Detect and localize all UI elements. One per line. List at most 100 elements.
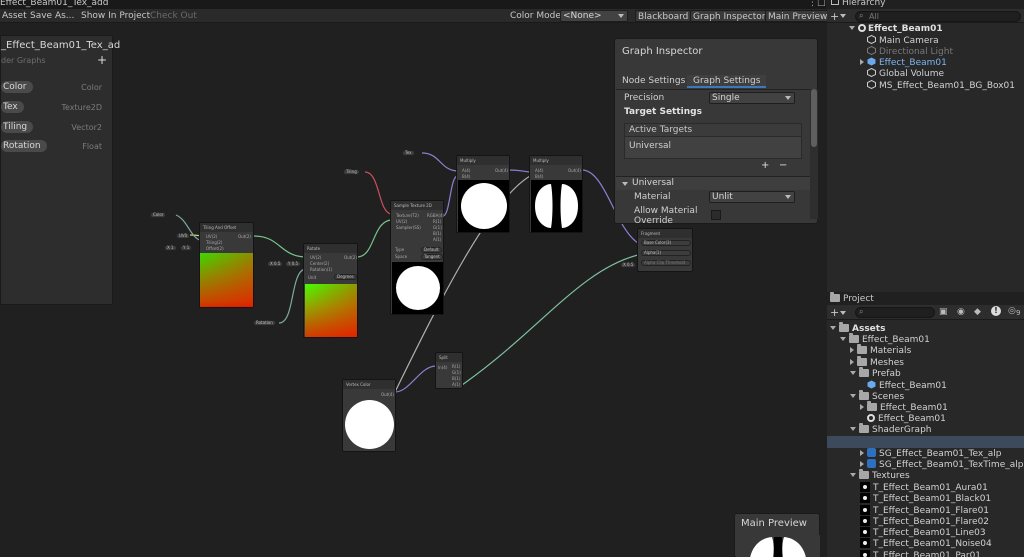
chevron-down-icon[interactable] <box>850 370 856 375</box>
tiling-property-chip[interactable]: Tiling <box>343 169 360 175</box>
y-chip[interactable]: Y 1 <box>180 245 193 251</box>
tex-property-chip[interactable]: Tex <box>402 150 415 156</box>
target-item[interactable]: Universal <box>625 137 801 155</box>
space-dropdown[interactable]: Tangent <box>421 254 443 260</box>
port-label[interactable]: G(1) <box>452 370 461 375</box>
chevron-right-icon[interactable] <box>860 461 864 468</box>
vertex-color-node[interactable]: Vertex Color Out(4) <box>342 379 396 452</box>
property-pill[interactable]: Tex <box>1 101 24 113</box>
add-property-button[interactable]: + <box>97 53 107 67</box>
port-label[interactable]: Out(4) <box>381 392 394 397</box>
port-label[interactable]: RGBA(4) <box>427 213 444 218</box>
chevron-down-icon[interactable] <box>850 472 856 477</box>
type-dropdown[interactable]: Default <box>421 247 442 253</box>
y-chip[interactable]: Y 0.5 <box>285 261 302 267</box>
project-item[interactable]: Scenes <box>850 389 904 402</box>
multiply-node[interactable]: Multiply A(4) B(4) Out(4) <box>529 155 583 233</box>
precision-dropdown[interactable]: Single <box>709 92 795 104</box>
scene-row[interactable]: Effect_Beam01 <box>849 24 943 34</box>
port-label[interactable]: UV(2) <box>206 234 217 239</box>
material-dropdown[interactable]: Unlit <box>709 191 795 203</box>
port-label[interactable]: UV(2) <box>310 255 321 260</box>
chevron-down-icon[interactable] <box>850 427 856 432</box>
project-item[interactable]: SG_Effect_Beam01_Tex_alp <box>860 448 1001 459</box>
color-property-chip[interactable]: Color <box>150 212 167 218</box>
unit-dropdown[interactable]: Degrees <box>334 274 357 280</box>
x-chip[interactable]: X 1 <box>164 245 177 251</box>
add-target-button[interactable]: + <box>761 160 769 171</box>
port-label[interactable]: Sampler(SS) <box>396 225 421 230</box>
chevron-right-icon[interactable] <box>860 403 864 410</box>
property-pill[interactable]: Tiling <box>1 121 34 133</box>
remove-target-button[interactable]: − <box>779 160 787 171</box>
scene-search-icon[interactable]: ▣ <box>939 307 948 317</box>
project-item[interactable]: Effect_Beam01 <box>860 414 946 424</box>
project-item[interactable]: T_Effect_Beam01_Line03 <box>860 527 986 538</box>
fragment-port[interactable]: Alpha Clip Threshold <box>641 260 691 266</box>
inspector-scrollbar[interactable] <box>810 89 818 219</box>
assets-root[interactable]: Assets <box>830 322 885 334</box>
property-pill[interactable]: Color <box>1 81 33 93</box>
multiply-node[interactable]: Multiply A(4) B(4) Out(4) <box>456 155 510 233</box>
project-item[interactable]: T_Effect_Beam01_Par01 <box>860 549 981 557</box>
port-label[interactable]: B(1) <box>452 376 460 381</box>
fragment-port[interactable]: Base Color(3) <box>641 240 691 246</box>
project-search-input[interactable]: ⌕ <box>855 307 935 318</box>
port-label[interactable]: In(4) <box>438 365 447 370</box>
port-label[interactable]: A(4) <box>462 168 470 173</box>
project-item[interactable]: ShaderGraph <box>850 423 932 435</box>
property-pill[interactable]: Rotation <box>1 140 47 152</box>
filter-type-icon[interactable]: ◉ <box>957 307 965 317</box>
hierarchy-item[interactable]: MS_Effect_Beam01_BG_Box01 <box>867 79 1015 91</box>
port-label[interactable]: R(1) <box>433 219 441 224</box>
project-item[interactable]: T_Effect_Beam01_Black01 <box>860 493 991 504</box>
uv-chip[interactable]: UV0 <box>176 233 191 239</box>
hierarchy-tab[interactable]: Hierarchy <box>831 0 886 8</box>
eye-icon[interactable]: ◎ <box>1008 306 1016 316</box>
hierarchy-item[interactable]: Effect_Beam01 <box>860 57 947 68</box>
rotate-node[interactable]: Rotate UV(2) Center(2) Rotation(1) Out(2… <box>303 243 358 338</box>
universal-foldout[interactable]: Universal <box>616 176 810 190</box>
project-tab[interactable]: Project <box>830 292 874 304</box>
port-label[interactable]: Out(2) <box>238 234 251 239</box>
main-preview-viewport[interactable] <box>736 535 820 557</box>
chevron-right-icon[interactable] <box>860 450 864 456</box>
tab-graph-settings[interactable]: Graph Settings <box>687 75 767 88</box>
rotation-property-chip[interactable]: Rotation <box>253 320 276 326</box>
project-item[interactable]: Effect_Beam01 <box>840 333 930 345</box>
chevron-down-icon[interactable] <box>850 393 856 398</box>
chevron-right-icon[interactable] <box>850 347 854 354</box>
hierarchy-item[interactable]: Global Volume <box>867 67 944 79</box>
sample-texture-node[interactable]: Sample Texture 2D Texture(T2) UV(2) Samp… <box>390 200 444 315</box>
project-item[interactable]: SG_Effect_Beam01_TexTime_alp <box>860 459 1023 470</box>
port-label[interactable]: B(4) <box>462 174 470 179</box>
port-label[interactable]: Out(2) <box>344 255 357 260</box>
port-label[interactable]: Out(4) <box>568 168 581 173</box>
fragment-port[interactable]: Alpha(1) <box>641 250 691 256</box>
split-node[interactable]: Split In(4) R(1) G(1) B(1) A(1) <box>435 352 463 389</box>
port-label[interactable]: Out(4) <box>495 168 508 173</box>
warning-icon[interactable]: ! <box>991 306 1001 316</box>
project-item[interactable]: T_Effect_Beam01_Flare01 <box>860 504 989 516</box>
port-label[interactable]: B(4) <box>535 174 543 179</box>
hierarchy-item[interactable]: Directional Light <box>867 45 953 57</box>
project-item[interactable]: Meshes <box>850 355 904 368</box>
port-label[interactable]: Rotation(1) <box>310 267 332 272</box>
project-item[interactable]: T_Effect_Beam01_Flare02 <box>860 515 989 527</box>
port-label[interactable]: UV(2) <box>396 219 407 224</box>
port-label[interactable]: A(1) <box>433 237 441 242</box>
project-item[interactable]: Prefab <box>850 366 901 379</box>
port-label[interactable]: G(1) <box>433 225 442 230</box>
tab-node-settings[interactable]: Node Settings <box>616 75 691 88</box>
add-object-button[interactable]: + <box>830 10 839 23</box>
project-item[interactable]: Materials <box>850 344 911 356</box>
project-item[interactable]: Effect_Beam01 <box>860 380 947 391</box>
scrollbar-thumb[interactable] <box>811 89 817 147</box>
hierarchy-search-input[interactable]: ⌕ All <box>855 11 1021 22</box>
port-label[interactable]: A(4) <box>535 168 543 173</box>
x-chip[interactable]: X 0.5 <box>620 262 637 268</box>
tiling-offset-node[interactable]: Tiling And Offset UV(2) Tiling(2) Offset… <box>199 222 254 308</box>
port-label[interactable]: Tiling(2) <box>206 240 222 245</box>
project-item[interactable]: Effect_Beam01 <box>860 400 948 413</box>
port-label[interactable]: A(1) <box>452 382 460 387</box>
